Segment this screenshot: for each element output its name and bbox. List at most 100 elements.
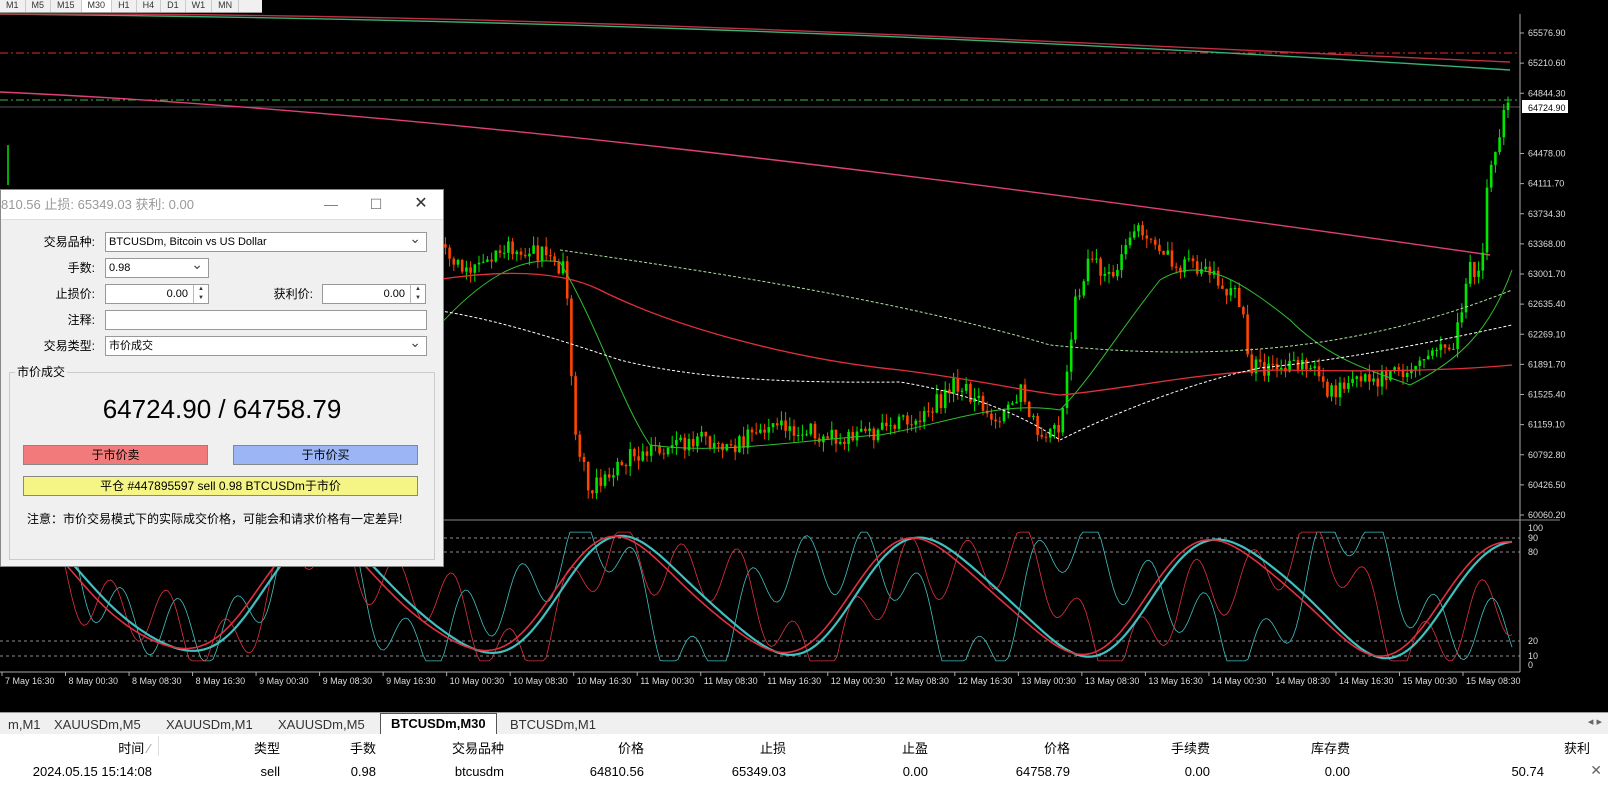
time-axis-label: 12 May 16:30 xyxy=(958,676,1013,686)
col-sl[interactable]: 止损 xyxy=(654,738,786,757)
tab-chart-5[interactable]: BTCUSDm,M1 xyxy=(500,715,606,734)
symbol-label: 交易品种: xyxy=(43,235,95,249)
candle-body xyxy=(1074,296,1077,340)
cell-type: sell xyxy=(260,764,280,779)
maximize-icon[interactable]: ☐ xyxy=(356,190,396,220)
candle-body xyxy=(528,253,531,257)
candle-body xyxy=(834,429,838,444)
symbol-select[interactable]: BTCUSDm, Bitcoin vs US Dollar xyxy=(105,229,427,252)
candle-body xyxy=(897,416,901,429)
candle-body xyxy=(540,246,544,261)
candle-body xyxy=(473,264,477,273)
time-axis-label: 14 May 08:30 xyxy=(1275,676,1330,686)
terminal-window: M1 M5 M15 M30 H1 H4 D1 W1 MN 65576.90 652… xyxy=(0,0,1608,785)
col-commission[interactable]: 手续费 xyxy=(1080,738,1210,757)
candle-body xyxy=(931,411,934,413)
close-position-icon[interactable]: ✕ xyxy=(1590,762,1602,779)
lots-select[interactable]: 0.98 xyxy=(105,255,209,278)
time-axis-label: 8 May 08:30 xyxy=(132,676,182,686)
col-tp[interactable]: 止盈 xyxy=(796,738,928,757)
candle-body xyxy=(1363,374,1367,382)
group-label: 市价成交 xyxy=(15,363,68,380)
candle-body xyxy=(1116,269,1119,277)
col-lots[interactable]: 手数 xyxy=(290,738,376,757)
candle-body xyxy=(981,395,985,411)
candle-body xyxy=(1044,436,1048,438)
candle-body xyxy=(780,420,783,426)
col-time[interactable]: 时间 ⁄ xyxy=(0,738,150,757)
candle-body xyxy=(549,255,552,257)
dialog-titlebar[interactable]: 810.56 止损: 65349.03 获利: 0.00 — ☐ ✕ xyxy=(1,190,443,220)
candle-body xyxy=(603,474,607,486)
candle-body xyxy=(1443,344,1447,348)
candle-body xyxy=(1023,384,1027,402)
tab-scroll-icon[interactable]: ◂ ▸ xyxy=(1588,715,1602,728)
osc-scale-label: 0 xyxy=(1528,660,1533,670)
sell-button[interactable]: 于市价卖 xyxy=(23,445,208,465)
col-swap[interactable]: 库存费 xyxy=(1220,738,1350,757)
candle-body xyxy=(633,449,636,457)
stoploss-input[interactable]: 0.00 ▲ ▼ xyxy=(105,284,209,304)
candle-body xyxy=(771,423,775,428)
candle-body xyxy=(1330,385,1333,397)
candle-body xyxy=(994,419,997,422)
takeprofit-input[interactable]: 0.00 ▲ ▼ xyxy=(322,284,426,304)
candle-body xyxy=(859,428,863,432)
col-current-price[interactable]: 价格 xyxy=(938,738,1070,757)
comment-input[interactable] xyxy=(105,310,427,330)
candle-body xyxy=(1305,359,1308,370)
candle-body xyxy=(1132,231,1136,238)
candle-body xyxy=(935,394,939,413)
price-scale-label: 61891.70 xyxy=(1528,359,1566,369)
candle-body xyxy=(1086,258,1090,282)
time-axis-label: 7 May 16:30 xyxy=(5,676,55,686)
price-scale-label: 64111.70 xyxy=(1528,179,1564,189)
candle-body xyxy=(574,376,577,435)
col-price[interactable]: 价格 xyxy=(514,738,644,757)
col-type[interactable]: 类型 xyxy=(160,738,280,757)
time-axis-label: 10 May 08:30 xyxy=(513,676,568,686)
tab-chart-1[interactable]: XAUUSDm,M5 xyxy=(44,715,151,734)
candle-body xyxy=(784,420,787,431)
price-scale-label: 62635.40 xyxy=(1528,299,1566,309)
tab-chart-3[interactable]: XAUUSDm,M5 xyxy=(268,715,375,734)
execution-note: 注意：市价交易模式下的实际成交价格，可能会和请求价格有一定差异! xyxy=(27,512,403,526)
takeprofit-spinner-icon[interactable]: ▲ ▼ xyxy=(410,285,425,303)
time-axis-label: 10 May 00:30 xyxy=(450,676,505,686)
candle-body xyxy=(1342,382,1346,389)
osc-scale-label: 80 xyxy=(1528,547,1538,557)
candle-body xyxy=(998,421,1002,423)
minimize-icon[interactable]: — xyxy=(311,190,351,220)
candle-body xyxy=(1481,252,1485,271)
candle-body xyxy=(662,453,666,455)
price-scale-label: 64844.30 xyxy=(1528,88,1566,98)
candle-body xyxy=(901,415,905,417)
candle-body xyxy=(864,428,867,431)
candle-body xyxy=(523,254,527,257)
close-position-button[interactable]: 平仓 #447895597 sell 0.98 BTCUSDm于市价 xyxy=(23,476,418,496)
col-profit[interactable]: 获利 xyxy=(1360,738,1590,757)
close-icon[interactable]: ✕ xyxy=(401,190,441,220)
candle-body xyxy=(717,442,720,444)
time-axis-label: 12 May 00:30 xyxy=(831,676,886,686)
candle-body xyxy=(1221,285,1224,289)
tab-chart-2[interactable]: XAUUSDm,M1 xyxy=(156,715,263,734)
candle-body xyxy=(624,464,628,467)
tab-chart-4[interactable]: BTCUSDm,M30 xyxy=(380,713,497,735)
col-symbol[interactable]: 交易品种 xyxy=(384,738,504,757)
candle-body xyxy=(675,439,678,446)
candle-body xyxy=(456,260,460,265)
cell-profit: 50.74 xyxy=(1511,764,1544,779)
tab-chart-0[interactable]: m,M1 xyxy=(0,715,51,734)
candle-body xyxy=(1464,283,1468,313)
candle-body xyxy=(893,425,897,429)
buy-button[interactable]: 于市价买 xyxy=(233,445,418,465)
cell-current-price: 64758.79 xyxy=(1015,764,1070,779)
stoploss-spinner-icon[interactable]: ▲ ▼ xyxy=(193,285,208,303)
order-type-select[interactable]: 市价成交 xyxy=(105,333,427,356)
candle-body xyxy=(486,259,489,262)
time-axis-label: 9 May 08:30 xyxy=(323,676,373,686)
candle-body xyxy=(809,423,813,435)
candle-body xyxy=(1011,403,1014,405)
candle-body xyxy=(666,447,670,455)
